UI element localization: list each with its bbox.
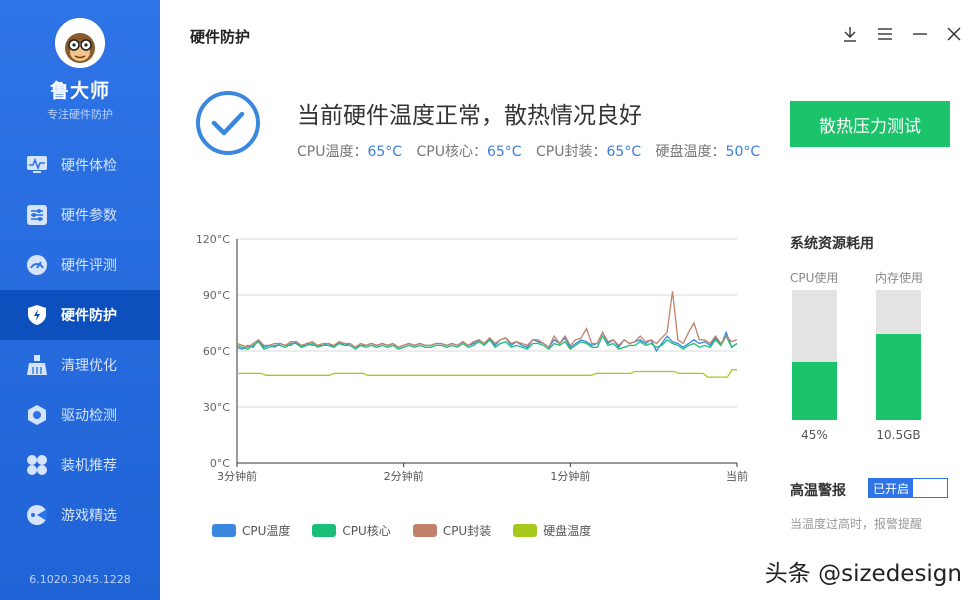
cpu-temp-label: CPU温度： xyxy=(297,144,368,160)
x-tick-label: 3分钟前 xyxy=(217,469,257,483)
x-tick-label: 1分钟前 xyxy=(550,469,590,483)
legend-label: CPU核心 xyxy=(342,524,391,538)
temperature-readouts: CPU温度：65°C CPU核心：65°C CPU封装：65°C 硬盘温度：50… xyxy=(297,141,770,161)
y-tick-label: 120°C xyxy=(196,233,230,246)
y-tick-label: 60°C xyxy=(203,345,230,358)
x-tick-label: 2分钟前 xyxy=(384,469,424,483)
grid-icon xyxy=(26,454,48,476)
sidebar-item-label: 硬件评测 xyxy=(61,258,117,274)
download-button[interactable] xyxy=(840,24,860,44)
memory-usage-bar xyxy=(876,290,921,420)
close-button[interactable] xyxy=(944,24,964,44)
sidebar-item-label: 硬件体检 xyxy=(61,158,117,174)
cpu-usage-label: CPU使用 xyxy=(790,271,839,285)
legend-label: 硬盘温度 xyxy=(543,524,592,538)
legend-item-cpu-core: CPU核心 xyxy=(312,522,391,539)
y-tick-label: 90°C xyxy=(203,289,230,302)
chart-legend: CPU温度 CPU核心 CPU封装 硬盘温度 xyxy=(212,522,613,539)
x-tick-label: 当前 xyxy=(726,469,748,483)
legend-label: CPU封装 xyxy=(442,524,492,538)
cpu-core-label: CPU核心： xyxy=(416,144,487,160)
gear-icon xyxy=(26,404,48,426)
page-title: 硬件防护 xyxy=(190,28,251,46)
cpu-usage-value: 45% xyxy=(801,428,828,442)
series-line-2 xyxy=(236,291,738,349)
sidebar-item-label: 硬件防护 xyxy=(61,308,117,324)
app-logo-avatar xyxy=(55,18,105,68)
disk-temp-value: 50°C xyxy=(725,144,761,160)
sidebar-item-label: 驱动检测 xyxy=(61,408,117,424)
legend-item-cpu-temp: CPU温度 xyxy=(212,522,290,539)
monitor-icon xyxy=(26,154,48,176)
cpu-core-value: 65°C xyxy=(486,144,522,160)
game-icon xyxy=(26,504,48,526)
legend-swatch xyxy=(412,524,437,537)
cpu-usage-fill xyxy=(792,361,837,420)
broom-icon xyxy=(26,354,48,376)
alarm-description: 当温度过高时，报警提醒 xyxy=(790,517,923,531)
sidebar-item-label: 硬件参数 xyxy=(61,208,117,224)
shield-icon xyxy=(26,304,48,326)
sidebar-item-driver-check[interactable]: 驱动检测 xyxy=(0,390,160,440)
resources-title: 系统资源耗用 xyxy=(790,236,874,252)
legend-swatch xyxy=(212,524,236,537)
sidebar-item-label: 清理优化 xyxy=(61,358,117,374)
legend-swatch xyxy=(312,524,337,537)
version-text: 6.1020.3045.1228 xyxy=(29,573,131,586)
status-title: 当前硬件温度正常，散热情况良好 xyxy=(297,103,642,129)
sidebar-item-build-recommend[interactable]: 装机推荐 xyxy=(0,440,160,490)
temperature-chart: 120°C 90°C 60°C 30°C 0°C3分钟前 2分钟前 1分钟前 当前 xyxy=(196,233,748,483)
close-icon xyxy=(947,27,961,41)
sidebar-item-label: 装机推荐 xyxy=(61,458,117,474)
sidebar-nav: 硬件体检 硬件参数 硬件评测 硬件防护 清理优化 驱动检测 装机推荐 游戏精选 xyxy=(0,140,160,540)
cpu-package-value: 65°C xyxy=(606,144,642,160)
legend-item-disk-temp: 硬盘温度 xyxy=(513,522,591,539)
sidebar-item-hardware-protection[interactable]: 硬件防护 xyxy=(0,290,160,340)
watermark-text: 头条 @sizedesign xyxy=(764,561,962,587)
sidebar-item-cleanup[interactable]: 清理优化 xyxy=(0,340,160,390)
minimize-icon xyxy=(913,33,927,35)
y-tick-label: 30°C xyxy=(203,401,230,414)
sidebar-item-hardware-check[interactable]: 硬件体检 xyxy=(0,140,160,190)
memory-usage-value: 10.5GB xyxy=(876,428,921,442)
sidebar: 鲁大师 专注硬件防护 硬件体检 硬件参数 硬件评测 硬件防护 清理优化 驱动检测… xyxy=(0,0,160,600)
gauge-icon xyxy=(26,254,48,276)
legend-item-cpu-package: CPU封装 xyxy=(412,522,492,539)
check-circle-icon xyxy=(195,90,261,156)
stress-test-button[interactable]: 散热压力测试 xyxy=(790,101,950,147)
memory-usage-fill xyxy=(876,334,921,420)
sliders-icon xyxy=(26,204,48,226)
menu-icon xyxy=(878,28,892,40)
legend-swatch xyxy=(513,524,538,537)
high-temp-alarm-label: 高温警报 xyxy=(790,483,846,499)
high-temp-alarm-toggle[interactable]: 已开启 xyxy=(868,478,948,498)
toggle-on-state: 已开启 xyxy=(869,479,913,497)
app-subtitle: 专注硬件防护 xyxy=(47,108,113,121)
app-name: 鲁大师 xyxy=(49,80,110,102)
memory-usage-label: 内存使用 xyxy=(875,271,924,285)
sidebar-item-label: 游戏精选 xyxy=(61,508,117,524)
cpu-usage-bar xyxy=(792,290,837,420)
y-tick-label: 0°C xyxy=(210,457,230,470)
series-line-3 xyxy=(237,369,737,378)
download-icon xyxy=(844,27,856,42)
cpu-temp-value: 65°C xyxy=(367,144,403,160)
sidebar-item-hardware-benchmark[interactable]: 硬件评测 xyxy=(0,240,160,290)
disk-temp-label: 硬盘温度： xyxy=(655,144,726,160)
cpu-package-label: CPU封装： xyxy=(536,144,607,160)
menu-button[interactable] xyxy=(875,24,895,44)
sidebar-item-games[interactable]: 游戏精选 xyxy=(0,490,160,540)
legend-label: CPU温度 xyxy=(242,524,291,538)
minimize-button[interactable] xyxy=(910,24,930,44)
sidebar-item-hardware-params[interactable]: 硬件参数 xyxy=(0,190,160,240)
